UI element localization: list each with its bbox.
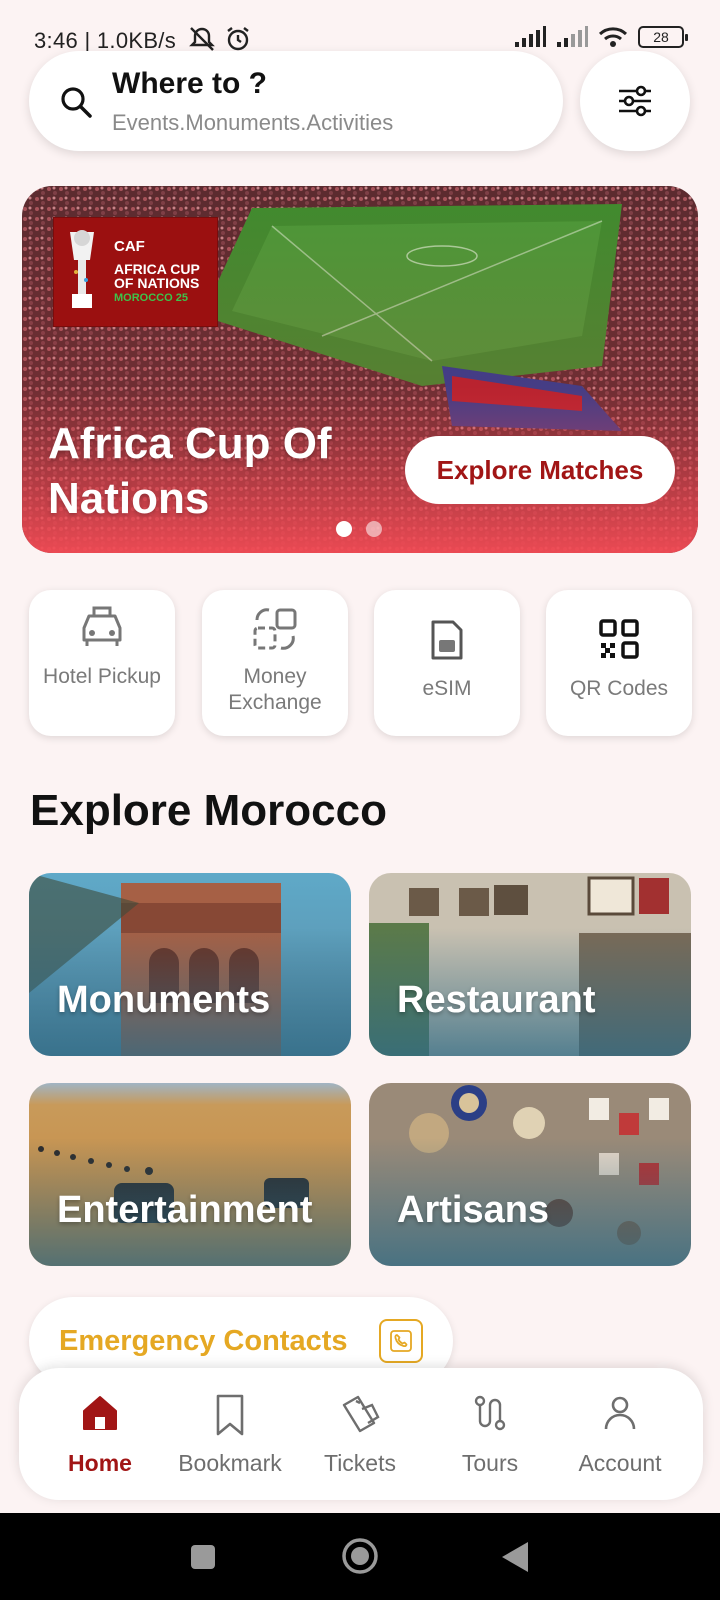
route-icon xyxy=(474,1395,506,1431)
carousel-dot-2[interactable] xyxy=(366,521,382,537)
carousel-dots xyxy=(336,521,382,537)
nav-tickets[interactable]: Tickets xyxy=(295,1368,425,1500)
qr-codes-button[interactable]: QR Codes xyxy=(546,590,692,736)
tile-monuments[interactable]: Monuments xyxy=(29,873,351,1056)
signal-2-icon xyxy=(557,26,588,47)
n-icon-wrap xyxy=(35,1393,165,1433)
q-icon-wrap xyxy=(202,606,348,652)
emergency-label: Emergency Contacts xyxy=(59,1325,348,1357)
money-exchange-label: Money Exchange xyxy=(228,665,322,714)
bookmark-icon xyxy=(216,1394,244,1436)
tile-monuments-label: Monuments xyxy=(57,979,271,1021)
recents-icon[interactable] xyxy=(189,1543,217,1571)
home-icon xyxy=(83,1396,117,1430)
n-icon-wrap xyxy=(295,1393,425,1437)
phone-icon xyxy=(379,1319,423,1363)
artisans-image xyxy=(369,1083,691,1266)
nav-account[interactable]: Account xyxy=(555,1368,685,1500)
status-left-icons xyxy=(188,26,252,52)
sliders-icon xyxy=(619,85,651,117)
battery-indicator: 28 xyxy=(638,26,688,48)
esim-button[interactable]: eSIM xyxy=(374,590,520,736)
q-icon-wrap xyxy=(546,618,692,660)
nav-bookmark-label: Bookmark xyxy=(178,1450,282,1476)
n-icon-wrap xyxy=(555,1393,685,1433)
signal-icon xyxy=(515,26,546,47)
tile-artisans-label: Artisans xyxy=(397,1189,550,1231)
exchange-icon xyxy=(253,608,297,650)
carousel-dot-1[interactable] xyxy=(336,521,352,537)
nav-tours[interactable]: Tours xyxy=(425,1368,555,1500)
n-icon-wrap xyxy=(425,1393,555,1433)
nav-bookmark[interactable]: Bookmark xyxy=(165,1368,295,1500)
nav-tours-label: Tours xyxy=(461,1450,519,1476)
sim-card-icon xyxy=(431,620,463,660)
tile-entertainment[interactable]: Entertainment xyxy=(29,1083,351,1266)
tickets-icon xyxy=(342,1395,380,1433)
afcon-logo: CAF AFRICA CUP OF NATIONS MOROCCO 25 xyxy=(53,217,218,327)
monument-image xyxy=(29,873,351,1056)
net-speed-text: 1.0KB/s xyxy=(96,28,177,53)
restaurant-image xyxy=(369,873,691,1056)
logo-line3: OF NATIONS xyxy=(114,275,200,291)
car-icon xyxy=(82,606,122,646)
trophy-icon xyxy=(70,230,94,308)
nav-home-label: Home xyxy=(68,1450,132,1476)
alarm-icon xyxy=(227,27,249,51)
logo-line2: AFRICA CUP xyxy=(114,261,200,277)
user-icon xyxy=(604,1396,636,1430)
wifi-icon xyxy=(598,27,628,47)
nav-home[interactable]: Home xyxy=(35,1368,165,1500)
explore-matches-button[interactable]: Explore Matches xyxy=(405,436,675,504)
tile-artisans[interactable]: Artisans xyxy=(369,1083,691,1266)
hotel-pickup-button[interactable]: Hotel Pickup xyxy=(29,590,175,736)
q-icon-wrap xyxy=(374,618,520,662)
q-icon-wrap xyxy=(29,606,175,650)
time-text: 3:46 xyxy=(34,28,79,53)
nav-tickets-label: Tickets xyxy=(324,1450,396,1476)
explore-title: Explore Morocco xyxy=(30,786,387,835)
home-circle-icon[interactable] xyxy=(340,1536,380,1576)
tile-restaurant[interactable]: Restaurant xyxy=(369,873,691,1056)
nav-account-label: Account xyxy=(578,1450,662,1476)
back-icon[interactable] xyxy=(500,1540,530,1574)
tile-restaurant-label: Restaurant xyxy=(397,979,596,1021)
hero-title: Africa Cup Of Nations xyxy=(48,419,332,523)
filter-button[interactable] xyxy=(580,51,690,151)
search-bar[interactable]: Where to ? Events.Monuments.Activities xyxy=(29,51,563,151)
logo-line4: MOROCCO 25 xyxy=(114,292,188,304)
hero-banner[interactable]: CAF AFRICA CUP OF NATIONS MOROCCO 25 Afr… xyxy=(22,186,698,553)
desert-image xyxy=(29,1083,351,1266)
money-exchange-button[interactable]: Money Exchange xyxy=(202,590,348,736)
qr-codes-label: QR Codes xyxy=(569,677,669,700)
n-icon-wrap xyxy=(165,1393,295,1437)
status-right-icons: 28 xyxy=(514,26,688,48)
esim-label: eSIM xyxy=(422,677,472,700)
hotel-pickup-label: Hotel Pickup xyxy=(43,665,161,688)
logo-caf-text: CAF xyxy=(114,238,145,255)
tile-entertainment-label: Entertainment xyxy=(57,1189,313,1231)
bottom-nav: Home Bookmark Tickets Tours Account xyxy=(19,1368,703,1500)
qr-code-icon xyxy=(599,619,639,659)
search-icon xyxy=(61,87,92,118)
mute-bell-icon xyxy=(189,27,215,51)
search-title: Where to ? xyxy=(112,67,267,100)
system-nav-bar xyxy=(0,1513,720,1600)
search-subtitle: Events.Monuments.Activities xyxy=(112,110,394,135)
